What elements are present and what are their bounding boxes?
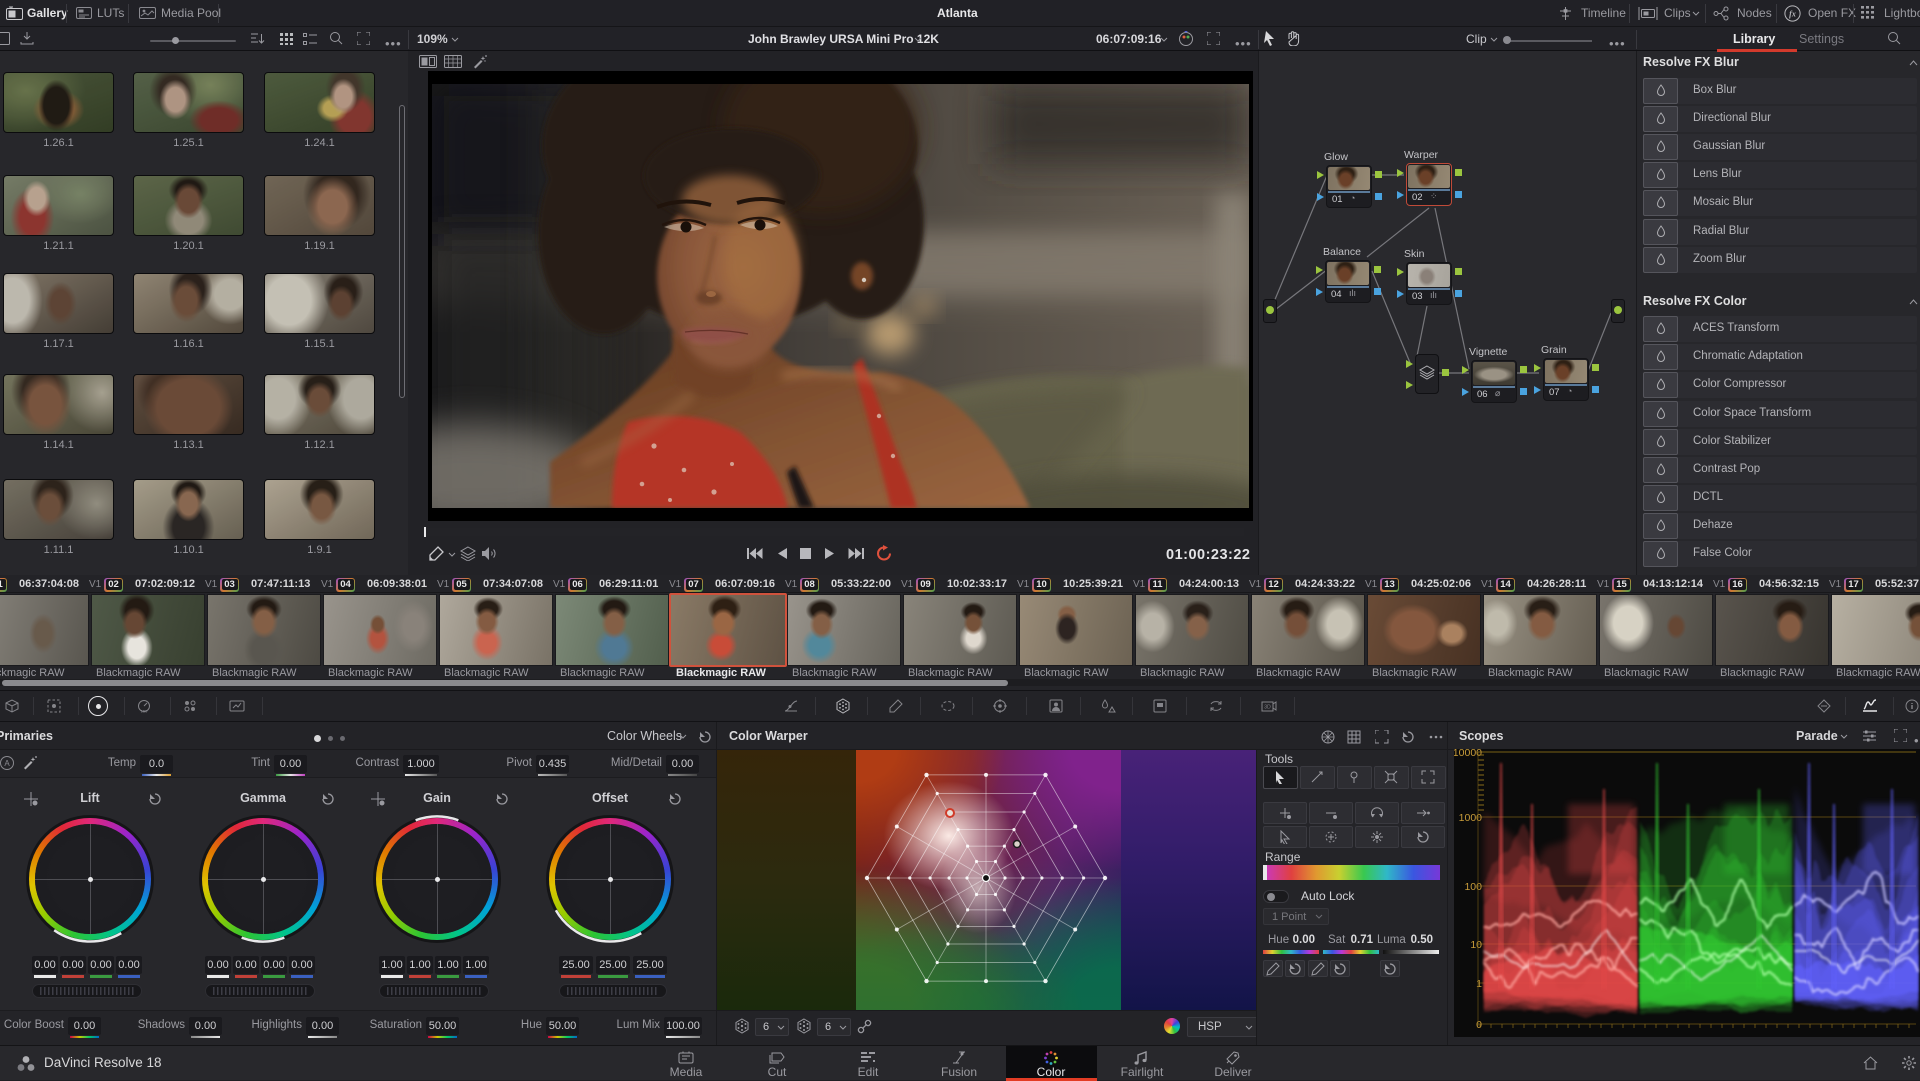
svg-text:10: 10 — [1470, 939, 1482, 951]
svg-text:fx: fx — [1789, 10, 1796, 19]
svg-text:1: 1 — [1476, 978, 1482, 990]
svg-text:150: 150 — [141, 709, 148, 714]
svg-text:3D: 3D — [1264, 705, 1271, 711]
svg-text:0: 0 — [1476, 1019, 1482, 1031]
svg-text:1000: 1000 — [1459, 812, 1483, 824]
svg-text:100: 100 — [1464, 881, 1482, 893]
svg-text:A: A — [4, 759, 10, 768]
